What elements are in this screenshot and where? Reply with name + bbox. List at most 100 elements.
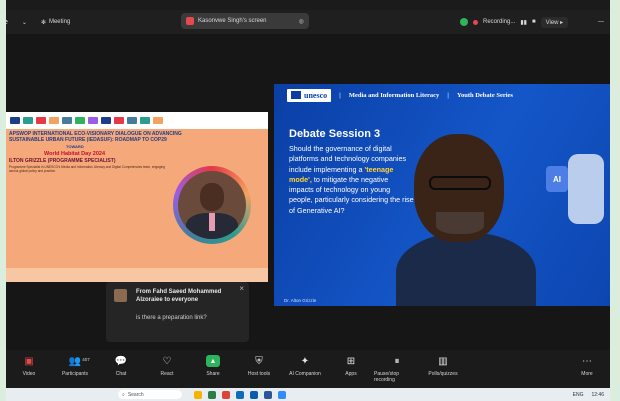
- top-right-controls: Recording... ▮▮ ■ View ▸: [460, 16, 569, 28]
- logo: [88, 117, 98, 124]
- share-icon: ▲: [206, 355, 220, 367]
- portrait-tie: [209, 213, 215, 231]
- portrait-head: [200, 183, 224, 211]
- chevron-down-icon[interactable]: ⌄: [22, 19, 27, 26]
- poster-event: World Habitat Day 2024: [44, 151, 106, 157]
- logo: [101, 117, 111, 124]
- speaker-glasses: [429, 176, 491, 190]
- video-icon: ▣: [24, 355, 34, 367]
- ai-badge: AI: [546, 166, 568, 192]
- pause-recording-icon[interactable]: ▮▮: [520, 19, 527, 26]
- word-icon[interactable]: [264, 390, 272, 399]
- logo: [49, 117, 59, 124]
- chat-notification[interactable]: From Fahd Saeed Mohammed Alzoraiee to ev…: [106, 282, 249, 342]
- toolbar-video-button[interactable]: ▣ Video: [6, 355, 52, 378]
- taskbar-search[interactable]: ⌕ Search: [118, 390, 182, 399]
- toolbar-recording-button[interactable]: ⏸ Pause/stop recording: [374, 355, 420, 384]
- meeting-stage: APSWOP INTERNATIONAL ECO-VISIONARY DIALO…: [6, 34, 610, 350]
- toolbar-label: Host tools: [247, 371, 271, 377]
- breadcrumb-series: Youth Debate Series: [456, 91, 513, 99]
- minimize-icon[interactable]: —: [598, 19, 604, 25]
- divider: |: [339, 91, 341, 99]
- outlook-icon[interactable]: [250, 390, 258, 399]
- debate-question: Should the governance of digital platfor…: [289, 144, 414, 216]
- chat-sender: From Fahd Saeed Mohammed Alzoraiee to ev…: [136, 289, 222, 303]
- toolbar-host-tools-button[interactable]: ⛨ Host tools: [236, 355, 282, 378]
- toolbar-ai-companion-button[interactable]: ✦ AI Companion: [282, 355, 328, 378]
- divider: |: [447, 91, 449, 99]
- logo: [62, 117, 72, 124]
- chat-icon: 💬: [114, 355, 128, 367]
- shield-icon: ⛨: [255, 355, 263, 367]
- windows-taskbar: ⌕ Search ENG 12:46: [6, 388, 610, 401]
- toolbar-apps-button[interactable]: ⊞ Apps: [328, 355, 374, 378]
- apps-icon: ⊞: [346, 355, 356, 367]
- toolbar-chat-button[interactable]: 💬 Chat: [98, 355, 144, 378]
- meeting-menu[interactable]: ✻ Meeting: [41, 19, 70, 26]
- logo: [10, 117, 20, 124]
- portrait-photo: [178, 171, 246, 239]
- zoom-icon[interactable]: [278, 390, 286, 399]
- explorer-icon[interactable]: [194, 390, 202, 399]
- more-icon: ⋯: [582, 355, 592, 367]
- chrome-icon[interactable]: [222, 390, 230, 399]
- share-title: Kasonvwe Singh's screen: [198, 18, 267, 24]
- record-icon: ⏸: [394, 355, 400, 367]
- unesco-header: unesco | Media and Information Literacy …: [274, 84, 610, 106]
- logo: [36, 117, 46, 124]
- toolbar-label: Video: [22, 371, 36, 377]
- chat-message: is there a preparation link?: [136, 315, 207, 321]
- stop-recording-icon[interactable]: ■: [532, 19, 536, 25]
- speaker-body: [396, 232, 536, 306]
- debate-title: Debate Session 3: [289, 128, 381, 140]
- logo: [140, 117, 150, 124]
- react-icon: ♡: [162, 355, 172, 367]
- participants-icon: 👥: [68, 355, 82, 367]
- toolbar-label: Participants: [61, 371, 89, 377]
- search-icon: ⌕: [122, 391, 125, 398]
- poster-toward: TOWARD: [66, 144, 84, 149]
- toolbar-polls-button[interactable]: ▥ Polls/quizzes: [420, 355, 466, 378]
- toolbar-label: Polls/quizzes: [428, 371, 458, 377]
- participants-count: 407: [82, 357, 90, 362]
- toolbar-react-button[interactable]: ♡ React: [144, 355, 190, 378]
- toolbar-label: AI Companion: [289, 371, 321, 377]
- sparkle-icon: ✦: [300, 355, 310, 367]
- clock[interactable]: 12:46: [591, 392, 604, 398]
- speaker-portrait: [173, 166, 251, 244]
- options-icon[interactable]: ◍: [299, 18, 304, 25]
- system-tray: ENG 12:46: [573, 392, 604, 398]
- partner-logos: [6, 112, 268, 129]
- robot-illustration: [568, 154, 604, 224]
- edge-icon[interactable]: [236, 390, 244, 399]
- speaker-video-tile[interactable]: unesco | Media and Information Literacy …: [274, 84, 610, 306]
- breadcrumb-mil: Media and Information Literacy: [348, 91, 440, 99]
- shared-screen-poster: APSWOP INTERNATIONAL ECO-VISIONARY DIALO…: [6, 112, 268, 282]
- toolbar-label: Apps: [345, 371, 357, 377]
- lang-indicator[interactable]: ENG: [573, 392, 584, 398]
- logo: [23, 117, 33, 124]
- app-icon[interactable]: [208, 390, 216, 399]
- toolbar-label: React: [160, 371, 174, 377]
- logo: [75, 117, 85, 124]
- unesco-logo: unesco: [287, 88, 332, 102]
- toolbar-participants-button[interactable]: 👥 407 Participants: [52, 355, 98, 378]
- unesco-wordmark: unesco: [304, 90, 328, 100]
- view-button[interactable]: View ▸: [540, 16, 569, 28]
- toolbar-share-button[interactable]: ▲ Share: [190, 355, 236, 377]
- avatar: [114, 289, 127, 302]
- toolbar-label: Pause/stop recording: [374, 371, 400, 383]
- screen-share-indicator[interactable]: Kasonvwe Singh's screen ◍: [181, 13, 309, 29]
- toolbar-label: Chat: [115, 371, 127, 377]
- unesco-temple-icon: [291, 91, 301, 99]
- polls-icon: ▥: [438, 355, 448, 367]
- app-title-fragment: e: [6, 19, 8, 26]
- poster-title: APSWOP INTERNATIONAL ECO-VISIONARY DIALO…: [9, 131, 182, 143]
- share-screen-icon: [186, 17, 194, 25]
- logo: [127, 117, 137, 124]
- recording-label: Recording...: [483, 19, 516, 25]
- close-icon[interactable]: ×: [239, 284, 244, 293]
- gear-icon: ✻: [40, 19, 46, 26]
- toolbar-more-button[interactable]: ⋯ More: [564, 355, 610, 378]
- encryption-icon[interactable]: [460, 18, 468, 26]
